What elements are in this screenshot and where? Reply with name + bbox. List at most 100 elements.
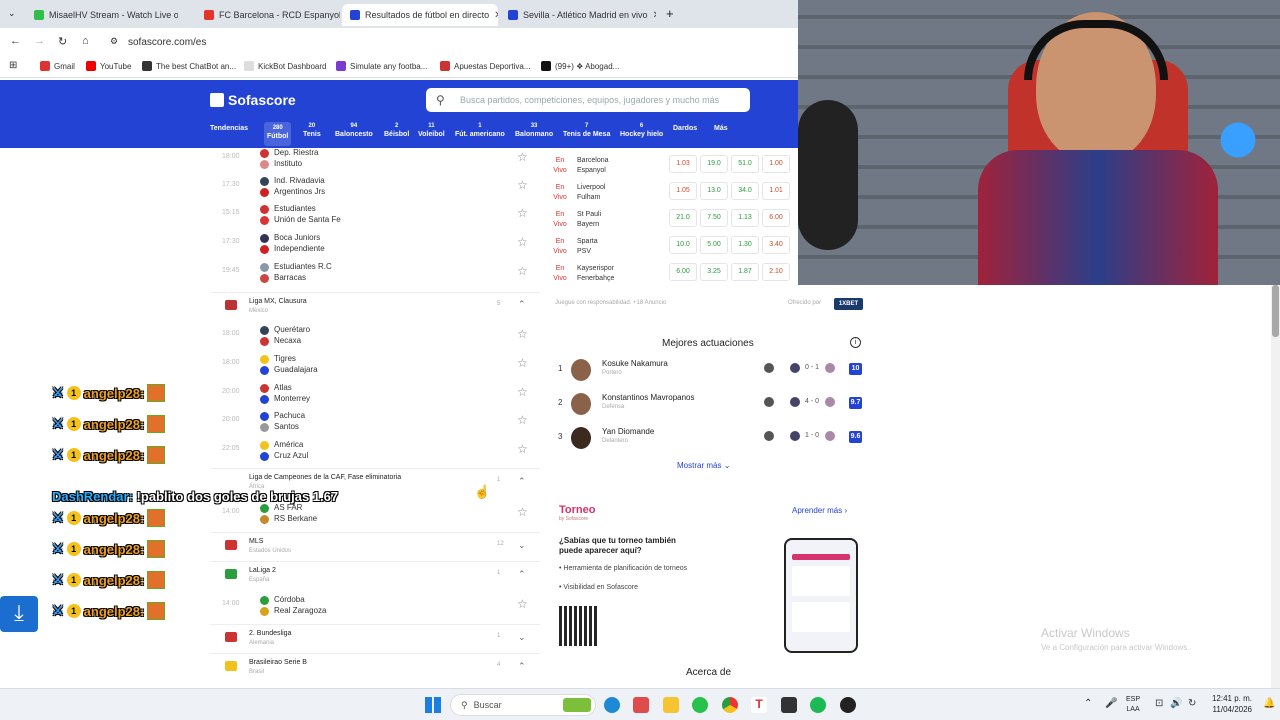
notifications-icon[interactable]: 🔔: [1263, 698, 1275, 709]
odds-button[interactable]: 51.0: [731, 155, 759, 173]
odds-button[interactable]: 5.00: [700, 236, 728, 254]
home-team[interactable]: Atlas: [274, 383, 292, 392]
odds-button[interactable]: 3.25: [700, 263, 728, 281]
odds-button[interactable]: 2.10: [762, 263, 790, 281]
search-input[interactable]: ⚲ Busca partidos, competiciones, equipos…: [426, 88, 750, 112]
tab-list-icon[interactable]: ⌄: [8, 8, 16, 19]
favorite-star-icon[interactable]: ☆: [517, 206, 528, 220]
nav-item-9[interactable]: 6 Hockey hielo: [620, 123, 663, 138]
away-team[interactable]: Guadalajara: [274, 365, 318, 374]
odds-button[interactable]: 3.40: [762, 236, 790, 254]
calculator-icon[interactable]: [781, 697, 797, 713]
nav-item-1[interactable]: 280 Fútbol: [264, 122, 292, 146]
away-team[interactable]: Santos: [274, 422, 299, 431]
language-indicator[interactable]: ESP LAA: [1126, 695, 1140, 715]
learn-more-link[interactable]: Aprender más ›: [792, 506, 847, 515]
odds-teams[interactable]: Liverpool Fulham: [577, 183, 605, 203]
volume-icon[interactable]: 🔊: [1170, 698, 1182, 709]
expand-chevron-icon[interactable]: ⌄: [518, 540, 526, 551]
odds-button[interactable]: 1.01: [762, 182, 790, 200]
odds-button[interactable]: 19.0: [700, 155, 728, 173]
odds-button[interactable]: 1.30: [731, 236, 759, 254]
odds-button[interactable]: 1.03: [669, 155, 697, 173]
spotify-icon[interactable]: [810, 697, 826, 713]
player-name[interactable]: Kosuke Nakamura: [602, 359, 668, 368]
reload-icon[interactable]: ↻: [58, 35, 67, 48]
favorite-star-icon[interactable]: ☆: [517, 597, 528, 611]
league-name[interactable]: 2. Bundesliga: [249, 630, 291, 637]
show-more-link[interactable]: Mostrar más ⌄: [677, 461, 730, 470]
windows-start-icon[interactable]: [425, 697, 441, 713]
home-team[interactable]: AS FAR: [274, 503, 302, 512]
bookmark-kickbot[interactable]: KickBot Dashboard: [244, 61, 326, 71]
home-team[interactable]: Pachuca: [274, 411, 305, 420]
home-team[interactable]: Querétaro: [274, 325, 310, 334]
player-rating[interactable]: 9.7: [849, 397, 862, 409]
expand-chevron-icon[interactable]: ⌄: [518, 632, 526, 643]
scrollbar-thumb[interactable]: [1272, 285, 1279, 337]
chrome-icon[interactable]: [722, 697, 738, 713]
nav-item-8[interactable]: 7 Tenis de Mesa: [563, 123, 610, 138]
collapse-chevron-icon[interactable]: ⌃: [518, 661, 526, 672]
odds-button[interactable]: 34.0: [731, 182, 759, 200]
info-icon[interactable]: i: [850, 337, 861, 348]
league-name[interactable]: Liga MX, Clausura: [249, 298, 307, 305]
league-name[interactable]: MLS: [249, 538, 263, 545]
league-name[interactable]: Brasileirao Serie B: [249, 659, 307, 666]
collapse-chevron-icon[interactable]: ⌃: [518, 299, 526, 310]
url-field[interactable]: sofascore.com/es: [128, 37, 206, 48]
away-team[interactable]: Real Zaragoza: [274, 606, 326, 615]
close-icon[interactable]: ✕: [653, 10, 656, 21]
bookmark-simulate[interactable]: Simulate any footba...: [336, 61, 427, 71]
system-clock[interactable]: 12:41 p. m. 11/04/2026: [1206, 693, 1252, 715]
apps-grid-icon[interactable]: ⊞: [9, 60, 17, 71]
favorite-star-icon[interactable]: ☆: [517, 235, 528, 249]
obs-icon[interactable]: [840, 697, 856, 713]
new-tab-icon[interactable]: +: [666, 6, 674, 21]
player-rating[interactable]: 10: [849, 363, 862, 375]
odds-button[interactable]: 6.00: [669, 263, 697, 281]
bookmark-chatbot[interactable]: The best ChatBot an...: [142, 61, 236, 71]
away-team[interactable]: Monterrey: [274, 394, 310, 403]
refresh-icon[interactable]: ↻: [1188, 698, 1196, 709]
collapse-chevron-icon[interactable]: ⌃: [518, 569, 526, 580]
browser-tab[interactable]: FC Barcelona - RCD Espanyol C ✕: [196, 4, 340, 26]
away-team[interactable]: Unión de Santa Fe: [274, 215, 341, 224]
home-team[interactable]: Estudiantes R.C: [274, 262, 332, 271]
away-team[interactable]: Necaxa: [274, 336, 301, 345]
nav-item-3[interactable]: 94 Baloncesto: [335, 123, 373, 138]
favorite-star-icon[interactable]: ☆: [517, 505, 528, 519]
forward-icon[interactable]: →: [34, 35, 45, 47]
page-scrollbar[interactable]: [1271, 285, 1280, 688]
away-team[interactable]: Instituto: [274, 159, 302, 168]
odds-button[interactable]: 10.0: [669, 236, 697, 254]
browser-tab[interactable]: MisaelHV Stream - Watch Live o ✕: [26, 4, 178, 26]
odds-button[interactable]: 6.00: [762, 209, 790, 227]
player-name[interactable]: Yan Diomande: [602, 427, 654, 436]
favorite-star-icon[interactable]: ☆: [517, 264, 528, 278]
microphone-icon[interactable]: 🎤: [1105, 698, 1117, 709]
tray-overflow-icon[interactable]: ⌃: [1084, 698, 1092, 709]
favorite-star-icon[interactable]: ☆: [517, 178, 528, 192]
home-team[interactable]: Dep. Riestra: [274, 148, 318, 157]
nav-item-2[interactable]: 20 Tenis: [303, 123, 321, 138]
sofascore-logo[interactable]: Sofascore: [210, 92, 296, 108]
away-team[interactable]: Argentinos Jrs: [274, 187, 325, 196]
close-icon[interactable]: ✕: [494, 10, 498, 21]
taskbar-search[interactable]: ⚲ Buscar: [450, 694, 596, 716]
odds-button[interactable]: 7.50: [700, 209, 728, 227]
away-team[interactable]: RS Berkane: [274, 514, 317, 523]
back-icon[interactable]: ←: [10, 35, 21, 47]
collapse-chevron-icon[interactable]: ⌃: [518, 476, 526, 487]
odds-teams[interactable]: St Pauli Bayern: [577, 210, 601, 230]
away-team[interactable]: Cruz Azul: [274, 451, 308, 460]
odds-button[interactable]: 1.87: [731, 263, 759, 281]
download-button[interactable]: ⤓: [0, 596, 38, 632]
league-name[interactable]: LaLiga 2: [249, 567, 276, 574]
league-name[interactable]: Liga de Campeones de la CAF, Fase elimin…: [249, 474, 401, 481]
favorite-star-icon[interactable]: ☆: [517, 442, 528, 456]
bookmark-gmail[interactable]: Gmail: [40, 61, 75, 71]
away-team[interactable]: Independiente: [274, 244, 325, 253]
home-team[interactable]: Tigres: [274, 354, 296, 363]
bookmark-tiktok[interactable]: (99+) ❖ Abogad...: [541, 61, 619, 71]
